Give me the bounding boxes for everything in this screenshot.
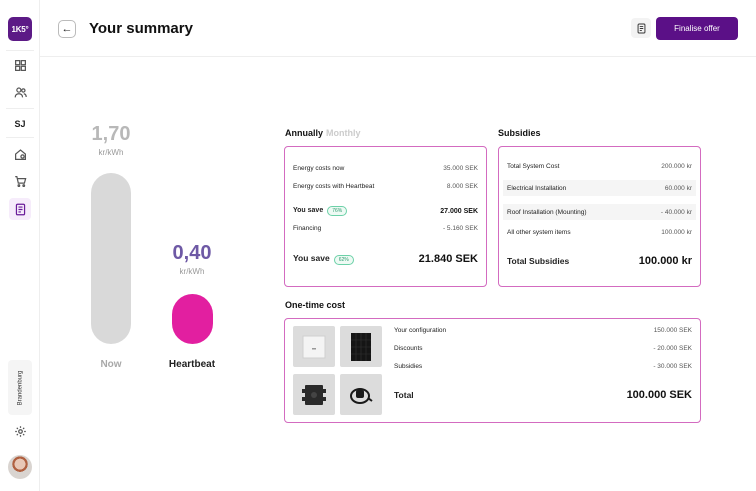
list-item: Total System Cost 200.000 kr [507,163,692,170]
battery-image [293,374,335,415]
header: ← Your summary Finalise offer [40,0,756,57]
subsidies-card: Total System Cost 200.000 kr Electrical … [498,146,701,287]
row-value: 21.840 SEK [418,253,478,265]
row-value: 60.000 kr [664,184,692,192]
row-label: Subsidies [394,363,423,370]
sidebar-divider [6,137,34,138]
app-logo[interactable]: 1K5° [8,17,32,41]
row-label: Discounts [394,345,423,352]
label-heartbeat: Heartbeat [168,359,216,370]
list-item: Discounts - 20.000 SEK [394,345,692,352]
row-value: 8.000 SEK [446,183,478,190]
cart-icon[interactable] [9,170,31,192]
tab-annually[interactable]: Annually [285,128,323,138]
annually-card: Energy costs now 35.000 SEK Energy costs… [284,146,487,287]
price-heartbeat: 0,40 kr/kWh [162,242,222,276]
sidebar: 1K5° SJ Brandenburg [0,0,40,491]
row-label: Your configuration [394,327,447,334]
row-label: Electrical Installation [507,184,567,192]
row-value: - 30.000 SEK [653,363,692,370]
list-item: Total Subsidies 100.000 kr [507,255,692,267]
row-label: All other system items [507,229,571,236]
row-value: - 40.000 kr [660,208,692,216]
row-value: 100.000 SEK [626,389,692,401]
back-button[interactable]: ← [58,20,76,38]
charger-image [340,374,382,415]
list-item: Total 100.000 SEK [394,389,692,401]
row-label: Roof Installation (Mounting) [507,208,587,216]
offers-icon[interactable] [9,198,31,220]
list-item: You save 62% 21.840 SEK [293,253,478,265]
home-settings-icon[interactable] [9,143,31,165]
row-value: - 5.160 SEK [442,225,478,232]
user-initials[interactable]: SJ [8,119,32,129]
row-value: 35.000 SEK [443,165,478,172]
list-item: Energy costs with Heartbeat 8.000 SEK [293,183,478,190]
settings-icon[interactable] [9,420,31,442]
region-label[interactable]: Brandenburg [8,360,32,415]
row-label: Total [394,390,414,400]
bar-now [91,173,131,344]
price-heartbeat-value: 0,40 [172,242,212,264]
price-now: 1,70 kr/kWh [81,123,141,157]
users-icon[interactable] [9,81,31,103]
row-label: Financing [293,225,322,232]
bar-heartbeat [172,294,213,344]
list-item: All other system items 100.000 kr [507,229,692,236]
finalise-offer-button[interactable]: Finalise offer [656,17,738,40]
sidebar-divider [6,108,34,109]
solar-panel-image [340,326,382,367]
row-label: You save [293,207,324,214]
row-label: Total System Cost [507,163,560,170]
subsidies-title: Subsidies [498,128,541,138]
savings-badge: 76% [327,206,348,216]
row-value: 100.000 kr [661,229,692,236]
row-value: 27.000 SEK [440,207,478,215]
annually-tabs: Annually Monthly [285,128,361,138]
row-label: Energy costs now [293,165,345,172]
avatar[interactable] [8,455,32,479]
list-item: Subsidies - 30.000 SEK [394,363,692,370]
dashboard-icon[interactable] [9,54,31,76]
document-icon [637,23,645,33]
inverter-image [293,326,335,367]
row-label: You save [293,253,330,263]
page-title: Your summary [89,20,193,37]
list-item: Electrical Installation 60.000 kr [503,180,696,196]
one-time-card: Your configuration 150.000 SEK Discounts… [284,318,701,423]
sidebar-divider [6,50,34,51]
row-value: - 20.000 SEK [653,345,692,352]
label-now: Now [100,359,122,370]
row-value: 150.000 SEK [653,327,692,334]
row-label: Energy costs with Heartbeat [293,183,375,190]
one-time-title: One-time cost [285,300,346,310]
savings-badge: 62% [333,255,354,265]
arrow-left-icon: ← [61,23,73,35]
region-text: Brandenburg [17,370,24,405]
tab-monthly[interactable]: Monthly [326,128,361,138]
price-now-value: 1,70 [91,123,131,145]
list-item: Energy costs now 35.000 SEK [293,165,478,172]
price-now-unit: kr/kWh [98,148,124,157]
row-value: 200.000 kr [661,163,692,170]
row-label: Total Subsidies [507,256,570,266]
list-item: Roof Installation (Mounting) - 40.000 kr [503,204,696,220]
row-value: 100.000 kr [638,255,692,267]
document-button[interactable] [631,18,651,38]
list-item: Your configuration 150.000 SEK [394,327,692,334]
list-item: Financing - 5.160 SEK [293,225,478,232]
price-heartbeat-unit: kr/kWh [179,267,205,276]
list-item: You save 76% 27.000 SEK [293,206,478,216]
